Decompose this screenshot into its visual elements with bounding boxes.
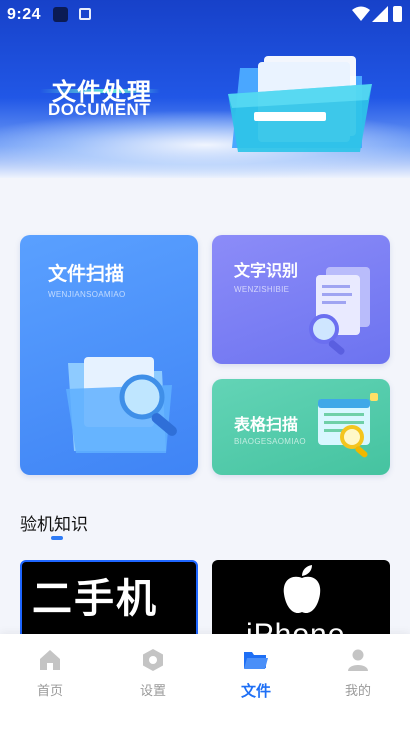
document-folder-illustration xyxy=(228,56,372,152)
nav-item-settings[interactable]: 设置 xyxy=(113,648,193,699)
table-scan-card[interactable]: 表格扫描 BIAOGESAOMIAO xyxy=(212,379,390,475)
settings-hexagon-icon xyxy=(143,649,163,671)
file-scan-pinyin: WENJIANSOAMIAO xyxy=(48,290,126,299)
file-scan-title: 文件扫描 xyxy=(48,263,125,285)
article-thumbnail[interactable]: 二手机 xyxy=(20,560,198,640)
section-title: 验机知识 xyxy=(20,515,88,535)
battery-icon xyxy=(393,6,402,22)
app-notification-icon xyxy=(53,7,68,22)
banner-subtitle: DOCUMENT xyxy=(48,100,151,119)
nav-item-mine[interactable]: 我的 xyxy=(318,648,398,699)
text-recognition-card[interactable]: 文字识别 WENZISHIBIE xyxy=(212,235,390,364)
nav-item-home[interactable]: 首页 xyxy=(10,648,90,699)
table-scan-pinyin: BIAOGESAOMIAO xyxy=(234,437,306,446)
folder-icon xyxy=(244,652,268,669)
document-magnifier-icon xyxy=(309,267,370,355)
nav-item-label: 文件 xyxy=(240,682,271,700)
spreadsheet-magnifier-icon xyxy=(318,393,378,458)
file-scan-card[interactable]: 文件扫描 WENJIANSOAMIAO xyxy=(20,235,198,475)
person-icon xyxy=(348,649,368,671)
table-scan-title: 表格扫描 xyxy=(234,415,299,434)
nav-item-label: 设置 xyxy=(139,684,166,699)
wifi-icon xyxy=(352,6,370,21)
image-notification-icon xyxy=(79,8,91,20)
folder-magnifier-icon xyxy=(66,357,177,453)
signal-icon xyxy=(372,6,388,22)
home-icon xyxy=(40,650,60,670)
section-title-indicator xyxy=(51,536,63,540)
article-thumbnail[interactable]: iPhone xyxy=(212,560,390,640)
status-bar: 9:24 xyxy=(0,0,410,30)
nav-item-label: 首页 xyxy=(36,684,63,699)
status-time: 9:24 xyxy=(7,6,42,23)
thumbnail-text: 二手机 xyxy=(32,576,158,622)
nav-item-label: 我的 xyxy=(344,684,371,699)
bottom-nav: 首页 设置 文件 我的 xyxy=(0,634,410,730)
text-recognition-title: 文字识别 xyxy=(234,261,299,280)
nav-item-files[interactable]: 文件 xyxy=(216,648,296,701)
apple-logo-icon xyxy=(283,565,321,614)
text-recognition-pinyin: WENZISHIBIE xyxy=(234,285,290,294)
